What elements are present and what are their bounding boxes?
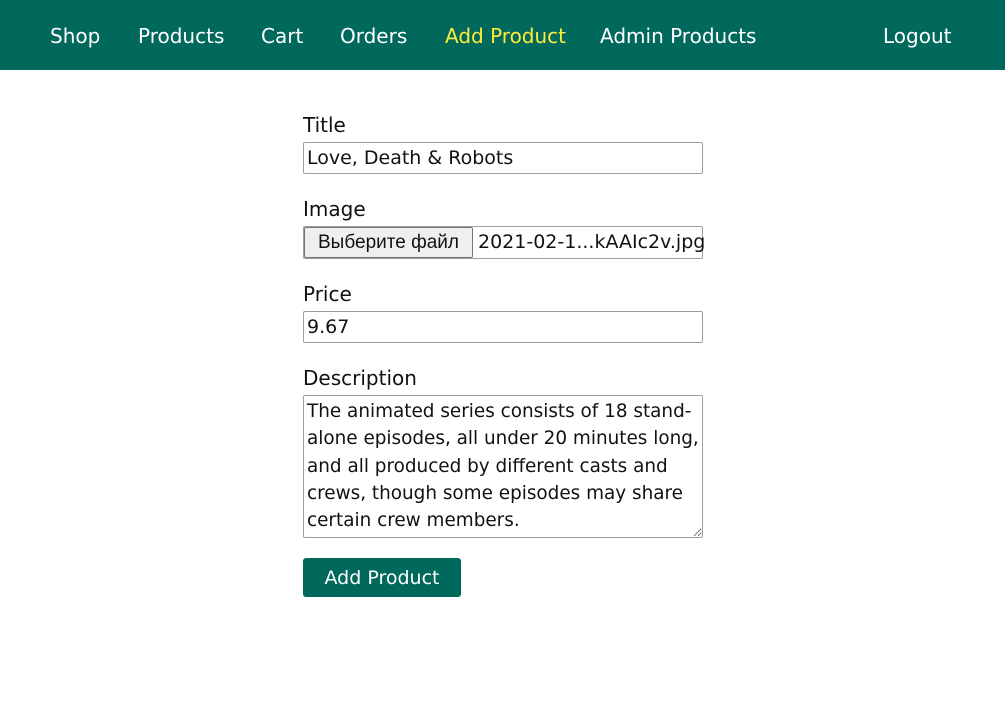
main-header: Shop Products Cart Orders Add Product Ad… — [0, 0, 1005, 70]
price-input[interactable] — [303, 311, 703, 343]
nav-products-link[interactable]: Products — [138, 23, 224, 49]
image-label: Image — [303, 197, 366, 221]
nav-shop-link[interactable]: Shop — [50, 23, 100, 49]
price-label: Price — [303, 282, 352, 306]
description-textarea[interactable]: The animated series consists of 18 stand… — [303, 395, 703, 538]
nav-admin-products-link[interactable]: Admin Products — [600, 23, 756, 49]
description-label: Description — [303, 366, 417, 390]
nav-add-product-link[interactable]: Add Product — [445, 23, 566, 49]
selected-file-name: 2021-02-1...kAAIc2v.jpg — [478, 231, 706, 253]
choose-file-button[interactable]: Выберите файл — [304, 227, 473, 258]
logout-link[interactable]: Logout — [883, 23, 951, 49]
image-file-input[interactable]: Выберите файл 2021-02-1...kAAIc2v.jpg — [303, 226, 706, 259]
title-input[interactable] — [303, 142, 703, 174]
add-product-button[interactable]: Add Product — [303, 558, 461, 597]
title-label: Title — [303, 113, 346, 137]
nav-orders-link[interactable]: Orders — [340, 23, 407, 49]
nav-cart-link[interactable]: Cart — [261, 23, 303, 49]
